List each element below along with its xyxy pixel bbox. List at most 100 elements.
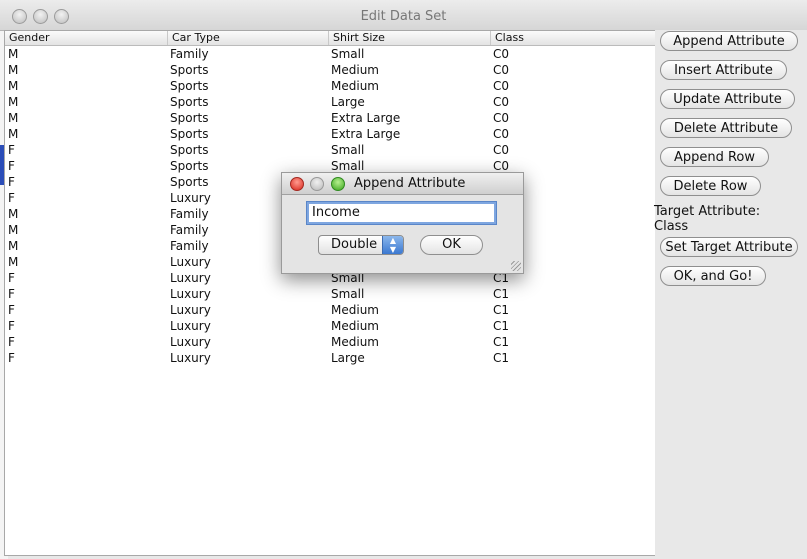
column-header-gender[interactable]: Gender xyxy=(5,31,168,45)
shirt-size-cell[interactable]: Large xyxy=(328,350,365,366)
class-cell[interactable]: C1 xyxy=(490,318,509,334)
gender-cell[interactable]: M xyxy=(5,46,18,62)
gender-cell[interactable]: M xyxy=(5,62,18,78)
car-type-cell[interactable]: Family xyxy=(167,222,209,238)
insert-attribute-button[interactable]: Insert Attribute xyxy=(660,60,787,80)
class-cell[interactable]: C0 xyxy=(490,126,509,142)
shirt-size-cell[interactable]: Extra Large xyxy=(328,126,400,142)
car-type-cell[interactable]: Sports xyxy=(167,142,208,158)
car-type-cell[interactable]: Sports xyxy=(167,158,208,174)
gender-cell[interactable]: F xyxy=(5,334,15,350)
table-row[interactable]: F Luxury Large C1 xyxy=(5,350,655,366)
gender-cell[interactable]: M xyxy=(5,126,18,142)
shirt-size-cell[interactable]: Medium xyxy=(328,62,379,78)
class-cell[interactable]: C1 xyxy=(490,334,509,350)
car-type-cell[interactable]: Luxury xyxy=(167,302,211,318)
car-type-cell[interactable]: Family xyxy=(167,206,209,222)
gender-cell[interactable]: F xyxy=(5,302,15,318)
shirt-size-cell[interactable]: Small xyxy=(328,142,364,158)
car-type-cell[interactable]: Sports xyxy=(167,62,208,78)
car-type-cell[interactable]: Luxury xyxy=(167,270,211,286)
delete-attribute-button[interactable]: Delete Attribute xyxy=(660,118,792,138)
car-type-cell[interactable]: Sports xyxy=(167,126,208,142)
shirt-size-cell[interactable]: Medium xyxy=(328,318,379,334)
shirt-size-cell[interactable]: Medium xyxy=(328,334,379,350)
dialog-close-icon[interactable] xyxy=(290,177,304,191)
car-type-cell[interactable]: Family xyxy=(167,46,209,62)
table-row[interactable]: M Sports Extra Large C0 xyxy=(5,110,655,126)
class-cell[interactable]: C1 xyxy=(490,286,509,302)
class-cell[interactable]: C0 xyxy=(490,78,509,94)
dialog-ok-button[interactable]: OK xyxy=(420,235,483,255)
class-cell[interactable]: C1 xyxy=(490,302,509,318)
gender-cell[interactable]: M xyxy=(5,206,18,222)
gender-cell[interactable]: M xyxy=(5,94,18,110)
class-cell[interactable]: C0 xyxy=(490,94,509,110)
table-row[interactable]: M Family Small C0 xyxy=(5,46,655,62)
shirt-size-cell[interactable]: Medium xyxy=(328,302,379,318)
car-type-cell[interactable]: Luxury xyxy=(167,334,211,350)
table-row[interactable]: F Luxury Medium C1 xyxy=(5,302,655,318)
table-row[interactable]: M Sports Large C0 xyxy=(5,94,655,110)
car-type-cell[interactable]: Family xyxy=(167,238,209,254)
gender-cell[interactable]: M xyxy=(5,238,18,254)
gender-cell[interactable]: M xyxy=(5,254,18,270)
attribute-type-value: Double xyxy=(331,237,378,252)
gender-cell[interactable]: F xyxy=(5,318,15,334)
table-row[interactable]: F Sports Small C0 xyxy=(5,142,655,158)
gender-cell[interactable]: M xyxy=(5,78,18,94)
data-table[interactable]: Gender Car Type Shirt Size Class M Family… xyxy=(4,30,656,556)
action-panel: Append Attribute Insert Attribute Update… xyxy=(654,30,807,559)
column-header-class[interactable]: Class xyxy=(490,31,655,45)
shirt-size-cell[interactable]: Small xyxy=(328,46,364,62)
class-cell[interactable]: C0 xyxy=(490,110,509,126)
class-cell[interactable]: C0 xyxy=(490,46,509,62)
table-row[interactable]: F Luxury Medium C1 xyxy=(5,334,655,350)
class-cell[interactable]: C1 xyxy=(490,350,509,366)
car-type-cell[interactable]: Sports xyxy=(167,94,208,110)
shirt-size-cell[interactable]: Extra Large xyxy=(328,110,400,126)
column-header-shirt-size[interactable]: Shirt Size xyxy=(328,31,490,45)
gender-cell[interactable]: F xyxy=(5,270,15,286)
append-row-button[interactable]: Append Row xyxy=(660,147,769,167)
set-target-attribute-button[interactable]: Set Target Attribute xyxy=(660,237,798,257)
car-type-cell[interactable]: Luxury xyxy=(167,286,211,302)
car-type-cell[interactable]: Sports xyxy=(167,110,208,126)
table-row[interactable]: M Sports Medium C0 xyxy=(5,78,655,94)
gender-cell[interactable]: F xyxy=(5,350,15,366)
table-row[interactable]: M Sports Extra Large C0 xyxy=(5,126,655,142)
table-row[interactable]: M Sports Medium C0 xyxy=(5,62,655,78)
ok-and-go-button[interactable]: OK, and Go! xyxy=(660,266,766,286)
gender-cell[interactable]: F xyxy=(5,142,15,158)
gender-cell[interactable]: M xyxy=(5,110,18,126)
shirt-size-cell[interactable]: Medium xyxy=(328,78,379,94)
append-attribute-button[interactable]: Append Attribute xyxy=(660,31,798,51)
car-type-cell[interactable]: Luxury xyxy=(167,190,211,206)
resize-grip-icon[interactable] xyxy=(511,261,521,271)
shirt-size-cell[interactable]: Small xyxy=(328,286,364,302)
dialog-titlebar[interactable]: Append Attribute xyxy=(282,173,523,195)
attribute-name-input[interactable]: Income xyxy=(306,201,497,225)
column-header-car-type[interactable]: Car Type xyxy=(167,31,329,45)
gender-cell[interactable]: F xyxy=(5,174,15,190)
car-type-cell[interactable]: Luxury xyxy=(167,318,211,334)
class-cell[interactable]: C0 xyxy=(490,62,509,78)
delete-row-button[interactable]: Delete Row xyxy=(660,176,761,196)
gender-cell[interactable]: M xyxy=(5,222,18,238)
car-type-cell[interactable]: Sports xyxy=(167,78,208,94)
class-cell[interactable]: C0 xyxy=(490,142,509,158)
shirt-size-cell[interactable]: Large xyxy=(328,94,365,110)
car-type-cell[interactable]: Sports xyxy=(167,174,208,190)
gender-cell[interactable]: F xyxy=(5,286,15,302)
gender-cell[interactable]: F xyxy=(5,190,15,206)
dialog-minimize-icon[interactable] xyxy=(310,177,324,191)
table-row[interactable]: F Luxury Small C1 xyxy=(5,286,655,302)
table-row[interactable]: F Luxury Medium C1 xyxy=(5,318,655,334)
attribute-type-select[interactable]: Double ▲ ▼ xyxy=(318,235,404,255)
update-attribute-button[interactable]: Update Attribute xyxy=(660,89,795,109)
window-titlebar[interactable]: Edit Data Set xyxy=(0,0,807,31)
car-type-cell[interactable]: Luxury xyxy=(167,350,211,366)
car-type-cell[interactable]: Luxury xyxy=(167,254,211,270)
gender-cell[interactable]: F xyxy=(5,158,15,174)
dialog-zoom-icon[interactable] xyxy=(331,177,345,191)
